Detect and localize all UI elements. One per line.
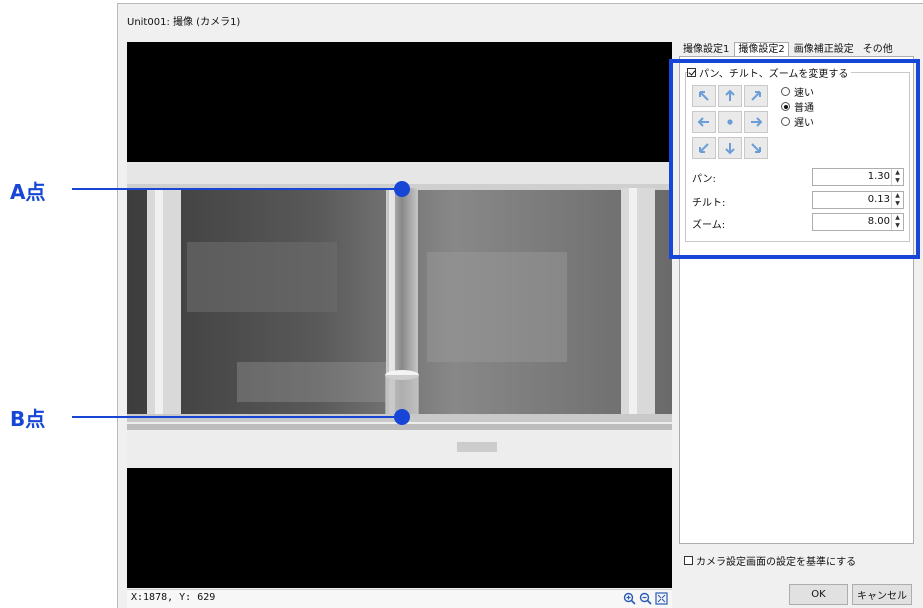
window-title: Unit001: 撮像 (カメラ1) [127,17,241,28]
base-on-camera-settings-checkbox[interactable]: カメラ設定画面の設定を基準にする [684,553,856,568]
zoom-out-icon[interactable] [639,592,652,605]
point-a-leader-line [72,188,402,190]
point-a-label: A点 [10,180,46,204]
cursor-coordinates: X:1878, Y: 629 [131,592,216,603]
camera-viewer[interactable] [127,42,672,588]
ok-button[interactable]: OK [789,584,848,605]
point-b-leader-line [72,416,402,418]
fit-to-window-icon[interactable] [655,592,668,605]
point-a-marker [394,181,410,197]
zoom-in-icon[interactable] [623,592,636,605]
cancel-button[interactable]: キャンセル [852,584,912,605]
checkbox-icon[interactable] [684,556,693,565]
base-on-camera-settings-label: カメラ設定画面の設定を基準にする [696,557,857,568]
point-b-label: B点 [10,407,46,431]
point-b-marker [394,409,410,425]
settings-tabs: 撮像設定1 撮像設定2 画像補正設定 その他 [679,42,898,58]
ptz-highlight-frame [669,59,920,259]
status-bar: X:1878, Y: 629 [127,589,672,608]
